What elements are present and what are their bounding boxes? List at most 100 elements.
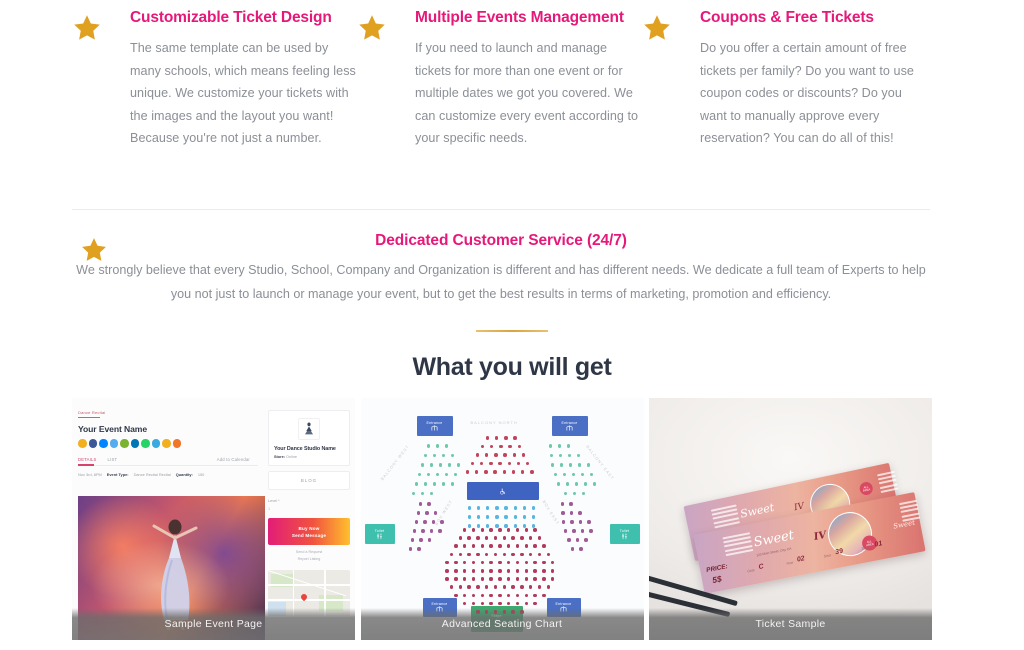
seat-dot[interactable] — [489, 444, 494, 449]
seat-dot[interactable] — [575, 538, 580, 542]
seat-dot[interactable] — [550, 560, 555, 565]
seat-dot[interactable] — [542, 560, 546, 565]
seat-dot[interactable] — [480, 601, 485, 606]
seat-dot[interactable] — [520, 585, 524, 589]
seat-dot[interactable] — [484, 470, 488, 474]
seat-dot[interactable] — [462, 560, 467, 565]
seat-dot[interactable] — [565, 482, 570, 486]
seat-dot[interactable] — [586, 463, 591, 467]
seat-dot[interactable] — [571, 472, 576, 477]
seat-dot[interactable] — [493, 585, 498, 589]
seat-dot[interactable] — [423, 520, 427, 524]
seat-dot[interactable] — [507, 461, 512, 466]
seat-dot[interactable] — [542, 544, 546, 548]
seat-dot[interactable] — [411, 491, 416, 496]
share-icon[interactable] — [78, 439, 87, 448]
seat-dot[interactable] — [462, 577, 467, 581]
add-to-calendar-button[interactable]: Add to Calendar — [217, 457, 250, 462]
seat-dot[interactable] — [504, 436, 508, 440]
seat-dot[interactable] — [476, 506, 481, 510]
telegram-icon[interactable] — [151, 439, 160, 448]
social-share-row[interactable] — [78, 439, 258, 448]
seat-dot[interactable] — [489, 560, 493, 565]
report-listing-link[interactable]: Report Listing — [268, 556, 350, 563]
seat-dot[interactable] — [445, 569, 449, 573]
seat-dot[interactable] — [568, 463, 573, 467]
linkedin-icon[interactable] — [130, 439, 139, 448]
seat-dot[interactable] — [542, 569, 546, 573]
seat-dot[interactable] — [524, 528, 529, 532]
seat-dot[interactable] — [533, 569, 537, 573]
seat-dot[interactable] — [515, 544, 520, 548]
seat-dot[interactable] — [480, 544, 485, 548]
seat-dot[interactable] — [454, 569, 458, 573]
send-request-link[interactable]: Send a Request — [268, 549, 350, 556]
seat-dot[interactable] — [444, 472, 449, 477]
seat-dot[interactable] — [485, 436, 490, 440]
seat-dot[interactable] — [494, 436, 499, 440]
seat-dot[interactable] — [471, 528, 476, 532]
seat-dot[interactable] — [502, 552, 507, 557]
seat-dot[interactable] — [557, 444, 562, 448]
tab-list[interactable]: LIST — [108, 457, 118, 462]
seat-dot[interactable] — [493, 470, 497, 474]
seat-dot[interactable] — [517, 444, 522, 449]
seat-dot[interactable] — [550, 577, 555, 581]
seat-dot[interactable] — [546, 552, 551, 557]
seat-dot[interactable] — [474, 470, 479, 474]
whatsapp-icon[interactable] — [141, 439, 150, 448]
seat-dot[interactable] — [484, 453, 489, 457]
seat-dot[interactable] — [467, 524, 472, 528]
seat-dot[interactable] — [550, 463, 555, 467]
seat-dot[interactable] — [533, 601, 537, 606]
seat-dot[interactable] — [414, 520, 419, 524]
seat-dot[interactable] — [462, 528, 467, 532]
seat-dot[interactable] — [462, 593, 467, 598]
seat-dot[interactable] — [417, 547, 421, 551]
seat-dot[interactable] — [569, 511, 574, 515]
seat-dot[interactable] — [533, 544, 537, 548]
seat-dot[interactable] — [454, 560, 458, 565]
seat-dot[interactable] — [524, 601, 529, 606]
level-value[interactable]: 1 — [268, 507, 350, 511]
seat-dot[interactable] — [560, 502, 565, 506]
seat-dot[interactable] — [567, 453, 572, 458]
seat-dot[interactable] — [520, 552, 524, 557]
seat-dot[interactable] — [503, 453, 507, 457]
seat-dot[interactable] — [506, 577, 511, 581]
seat-dot[interactable] — [559, 463, 564, 467]
seat-dot[interactable] — [476, 524, 481, 528]
seat-dot[interactable] — [515, 601, 520, 606]
seat-dot[interactable] — [524, 560, 529, 565]
seat-dot[interactable] — [513, 436, 517, 440]
seat-dot[interactable] — [449, 552, 454, 557]
seat-dot[interactable] — [426, 444, 431, 448]
seat-dot[interactable] — [438, 529, 442, 533]
seat-dot[interactable] — [423, 482, 428, 486]
seat-dot[interactable] — [548, 444, 553, 448]
seat-dot[interactable] — [420, 463, 425, 467]
seat-dot[interactable] — [467, 585, 471, 589]
seat-dot[interactable] — [511, 585, 515, 589]
seat-dot[interactable] — [484, 585, 489, 589]
seat-dot[interactable] — [498, 544, 502, 548]
seat-dot[interactable] — [506, 528, 511, 532]
seat-dot[interactable] — [537, 552, 542, 557]
seat-dot[interactable] — [537, 585, 542, 589]
seat-dot[interactable] — [467, 552, 471, 557]
seat-dot[interactable] — [418, 502, 423, 506]
seat-dot[interactable] — [476, 536, 480, 540]
seat-dot[interactable] — [570, 520, 574, 524]
seat-dot[interactable] — [520, 536, 524, 540]
seat-dot[interactable] — [542, 577, 546, 581]
seat-dot[interactable] — [533, 528, 537, 532]
seat-dot[interactable] — [576, 453, 581, 458]
seat-dot[interactable] — [495, 515, 499, 519]
seat-dot[interactable] — [583, 482, 588, 486]
seat-dot[interactable] — [480, 569, 485, 573]
seat-dot[interactable] — [454, 577, 458, 581]
seat-dot[interactable] — [467, 506, 472, 510]
seat-dot[interactable] — [484, 552, 489, 557]
seat-dot[interactable] — [431, 520, 436, 524]
seat-dot[interactable] — [513, 515, 518, 519]
